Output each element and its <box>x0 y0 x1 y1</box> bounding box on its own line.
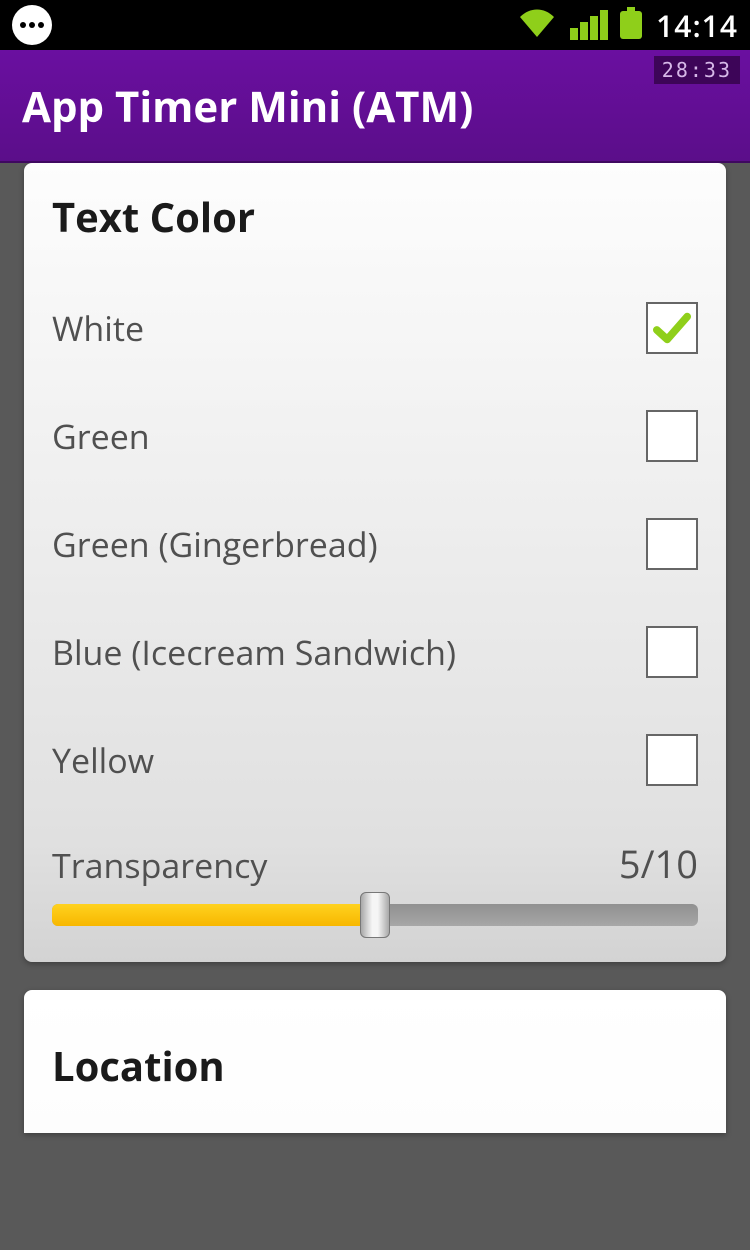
section-header-text-color: Text Color <box>52 189 698 244</box>
overlay-timer-badge: 28:33 <box>654 56 740 84</box>
slider-thumb[interactable] <box>360 892 390 938</box>
location-card: Location <box>24 990 726 1133</box>
battery-icon <box>620 7 642 44</box>
app-bar: 28:33 App Timer Mini (ATM) <box>0 50 750 163</box>
transparency-row: Transparency 5/10 <box>52 814 698 890</box>
option-white[interactable]: White <box>52 274 698 382</box>
checkbox-green[interactable] <box>646 410 698 462</box>
option-yellow[interactable]: Yellow <box>52 706 698 814</box>
slider-fill <box>52 904 375 926</box>
app-title: App Timer Mini (ATM) <box>22 78 728 135</box>
transparency-value: 5/10 <box>619 838 698 890</box>
option-green-gingerbread[interactable]: Green (Gingerbread) <box>52 490 698 598</box>
text-color-card: Text Color White Green Green (Gingerbrea… <box>24 163 726 962</box>
option-green[interactable]: Green <box>52 382 698 490</box>
checkbox-green-gingerbread[interactable] <box>646 518 698 570</box>
option-label: Yellow <box>52 737 154 783</box>
option-label: White <box>52 305 144 351</box>
option-label: Green (Gingerbread) <box>52 521 378 567</box>
option-label: Blue (Icecream Sandwich) <box>52 629 456 675</box>
signal-icon <box>568 10 608 40</box>
option-label: Green <box>52 413 150 459</box>
status-bar: 14:14 <box>0 0 750 50</box>
section-header-location: Location <box>52 1038 698 1093</box>
option-blue-ics[interactable]: Blue (Icecream Sandwich) <box>52 598 698 706</box>
transparency-slider[interactable] <box>52 904 698 926</box>
checkbox-blue-ics[interactable] <box>646 626 698 678</box>
checkbox-white[interactable] <box>646 302 698 354</box>
menu-dots-icon[interactable] <box>12 5 52 45</box>
transparency-label: Transparency <box>52 842 267 888</box>
check-icon <box>653 309 691 347</box>
wifi-icon <box>520 9 554 42</box>
checkbox-yellow[interactable] <box>646 734 698 786</box>
status-clock: 14:14 <box>656 5 738 46</box>
